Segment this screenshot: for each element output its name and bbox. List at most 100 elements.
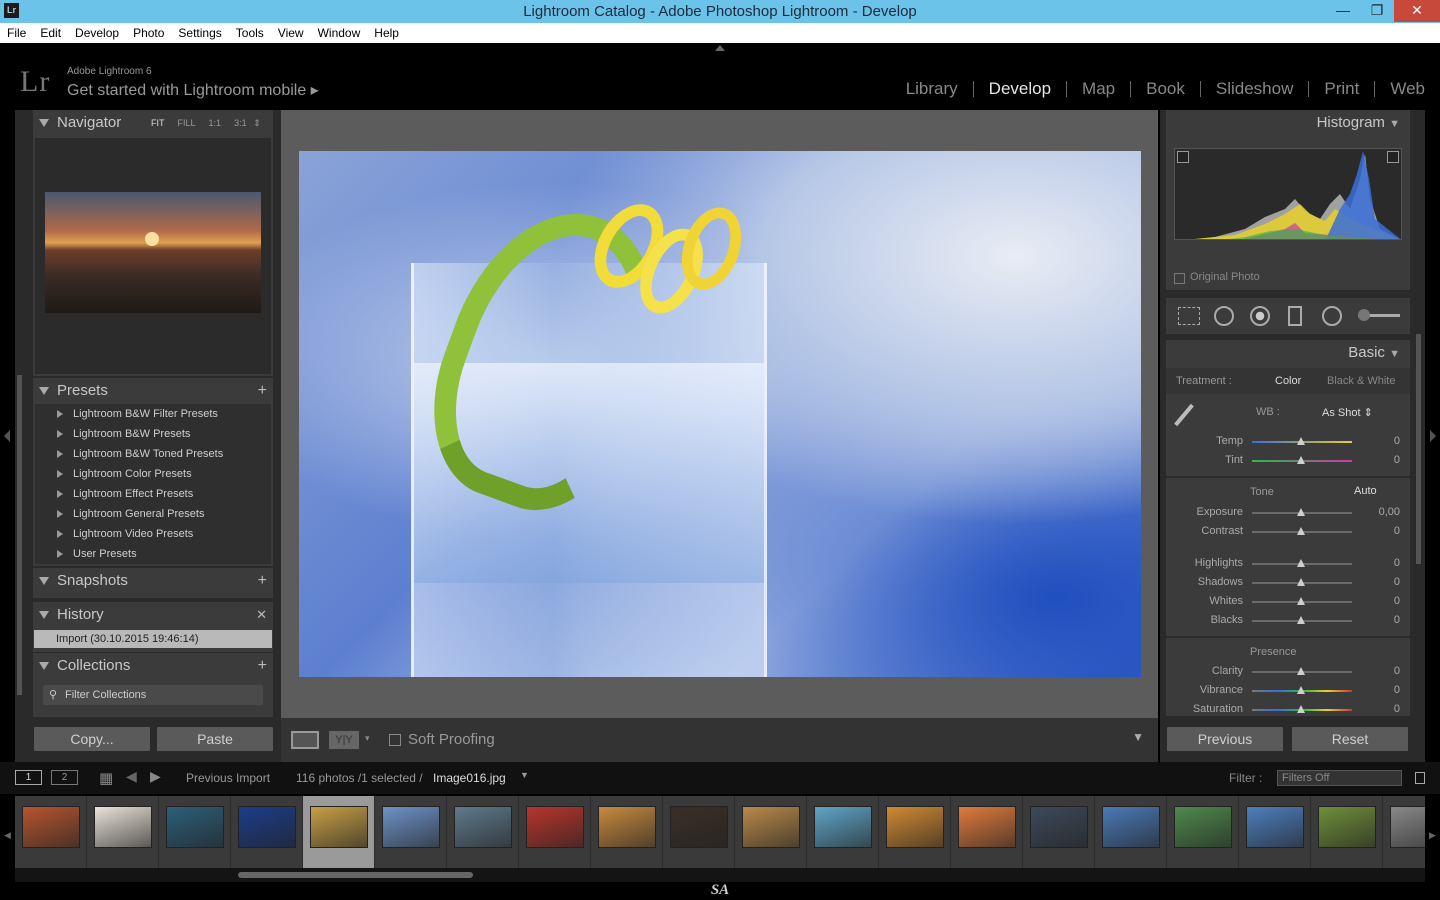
before-after-icon[interactable]: Y|Y <box>329 731 359 749</box>
filmstrip-cell[interactable] <box>1239 796 1311 868</box>
filmstrip-thumbnail[interactable] <box>1102 806 1160 848</box>
graduated-filter-icon[interactable] <box>1288 306 1302 326</box>
basic-header[interactable]: Basic ▼ <box>1166 340 1410 366</box>
saturation-slider[interactable]: Saturation 0 <box>1166 700 1410 716</box>
spot-removal-icon[interactable] <box>1214 306 1234 326</box>
left-panel-scrollbar[interactable] <box>17 375 22 695</box>
shadows-slider[interactable]: Shadows 0 <box>1166 573 1410 592</box>
filmstrip-cell[interactable] <box>231 796 303 868</box>
filmstrip-thumbnail[interactable] <box>166 806 224 848</box>
back-arrow-icon[interactable]: ◀ <box>126 768 137 785</box>
navigator-preview[interactable] <box>35 138 271 374</box>
chevron-down-icon[interactable]: ▾ <box>365 733 370 744</box>
navigator-header[interactable]: Navigator FIT FILL 1:1 3:1 ⇕ <box>33 110 273 136</box>
crop-tool-icon[interactable] <box>1178 307 1200 325</box>
screen-2-button[interactable]: 2 <box>51 770 78 785</box>
filmstrip-thumbnail[interactable] <box>454 806 512 848</box>
filmstrip-cell[interactable] <box>1311 796 1383 868</box>
paste-button[interactable]: Paste <box>156 726 274 752</box>
filmstrip-thumbnail[interactable] <box>1174 806 1232 848</box>
presets-header[interactable]: Presets + <box>33 378 273 404</box>
filmstrip-cell[interactable] <box>87 796 159 868</box>
close-button[interactable]: ✕ <box>1394 0 1440 22</box>
screen-1-button[interactable]: 1 <box>15 770 42 785</box>
filmstrip-cell[interactable] <box>663 796 735 868</box>
add-collection-icon[interactable]: + <box>258 653 267 679</box>
menu-edit[interactable]: Edit <box>33 23 68 43</box>
original-photo-checkbox[interactable] <box>1174 273 1185 284</box>
shadow-clipping-icon[interactable] <box>1177 151 1189 163</box>
auto-tone-button[interactable]: Auto <box>1354 485 1377 497</box>
chevron-down-icon[interactable]: ▼ <box>520 770 529 780</box>
filmstrip-cell[interactable] <box>15 796 87 868</box>
filmstrip-scroll-track[interactable] <box>15 868 1425 882</box>
preset-folder[interactable]: Lightroom Effect Presets <box>35 484 271 504</box>
treatment-color[interactable]: Color <box>1275 375 1301 387</box>
radial-filter-icon[interactable] <box>1322 306 1342 326</box>
previous-button[interactable]: Previous <box>1166 726 1284 752</box>
add-snapshot-icon[interactable]: + <box>258 568 267 594</box>
grid-view-icon[interactable]: ▦ <box>99 769 113 787</box>
forward-arrow-icon[interactable]: ▶ <box>150 768 161 785</box>
menu-tools[interactable]: Tools <box>229 23 271 43</box>
temp-slider[interactable]: Temp 0 <box>1166 432 1410 451</box>
filmstrip-thumbnail[interactable] <box>382 806 440 848</box>
right-panel-scrollbar[interactable] <box>1416 334 1421 564</box>
filmstrip-cell[interactable] <box>807 796 879 868</box>
menu-develop[interactable]: Develop <box>68 23 126 43</box>
filmstrip-cell[interactable] <box>1167 796 1239 868</box>
filmstrip-thumbnail[interactable] <box>670 806 728 848</box>
filmstrip-thumbnail[interactable] <box>22 806 80 848</box>
filmstrip-thumbnail[interactable] <box>1246 806 1304 848</box>
reset-button[interactable]: Reset <box>1291 726 1409 752</box>
preset-folder[interactable]: Lightroom General Presets <box>35 504 271 524</box>
filmstrip-left-icon[interactable]: ◀ <box>4 830 11 841</box>
zoom-fill[interactable]: FILL <box>178 118 196 128</box>
filmstrip-right-icon[interactable]: ▶ <box>1429 830 1436 841</box>
menu-settings[interactable]: Settings <box>171 23 228 43</box>
filmstrip-thumbnail[interactable] <box>886 806 944 848</box>
filmstrip-thumbnail[interactable] <box>1030 806 1088 848</box>
filmstrip-cell[interactable] <box>1023 796 1095 868</box>
filmstrip-cell[interactable] <box>1383 796 1425 868</box>
filmstrip-cell[interactable] <box>519 796 591 868</box>
snapshots-header[interactable]: Snapshots + <box>33 568 273 594</box>
filmstrip-thumbnail[interactable] <box>526 806 584 848</box>
history-item[interactable]: Import (30.10.2015 19:46:14) <box>34 630 272 648</box>
contrast-slider[interactable]: Contrast 0 <box>1166 522 1410 541</box>
filmstrip-thumbnail[interactable] <box>1390 806 1425 848</box>
highlights-slider[interactable]: Highlights 0 <box>1166 554 1410 573</box>
filmstrip-thumbnail[interactable] <box>1318 806 1376 848</box>
filmstrip-cell[interactable] <box>303 796 375 868</box>
filename-label[interactable]: Image016.jpg <box>433 771 506 785</box>
collapse-top-icon[interactable] <box>715 45 725 51</box>
filmstrip-thumbnail[interactable] <box>598 806 656 848</box>
highlight-clipping-icon[interactable] <box>1387 151 1399 163</box>
loupe-view-icon[interactable] <box>291 731 319 749</box>
module-web[interactable]: Web <box>1375 79 1440 99</box>
module-print[interactable]: Print <box>1309 79 1374 99</box>
filmstrip-thumbnail[interactable] <box>814 806 872 848</box>
main-photo[interactable] <box>299 151 1141 677</box>
filmstrip-cell[interactable] <box>375 796 447 868</box>
zoom-3-1[interactable]: 3:1 ⇕ <box>234 118 261 128</box>
collections-header[interactable]: Collections + <box>33 653 273 679</box>
filmstrip-cell[interactable] <box>159 796 231 868</box>
preset-folder[interactable]: Lightroom Color Presets <box>35 464 271 484</box>
filter-select[interactable]: Filters Off <box>1277 770 1402 786</box>
clarity-slider[interactable]: Clarity 0 <box>1166 662 1410 681</box>
module-library[interactable]: Library <box>891 79 973 99</box>
menu-photo[interactable]: Photo <box>126 23 171 43</box>
filmstrip-cell[interactable] <box>1095 796 1167 868</box>
minimize-button[interactable]: — <box>1326 0 1360 22</box>
source-label[interactable]: Previous Import <box>186 771 270 785</box>
zoom-fit[interactable]: FIT <box>151 118 165 128</box>
filmstrip-cell[interactable] <box>735 796 807 868</box>
treatment-bw[interactable]: Black & White <box>1327 375 1395 387</box>
mobile-tagline[interactable]: Get started with Lightroom mobile ▸ <box>67 80 319 100</box>
filmstrip-cell[interactable] <box>951 796 1023 868</box>
zoom-1-1[interactable]: 1:1 <box>209 118 222 128</box>
module-develop[interactable]: Develop <box>974 79 1066 99</box>
module-book[interactable]: Book <box>1131 79 1200 99</box>
toolbar-menu-icon[interactable]: ▼ <box>1132 730 1144 744</box>
